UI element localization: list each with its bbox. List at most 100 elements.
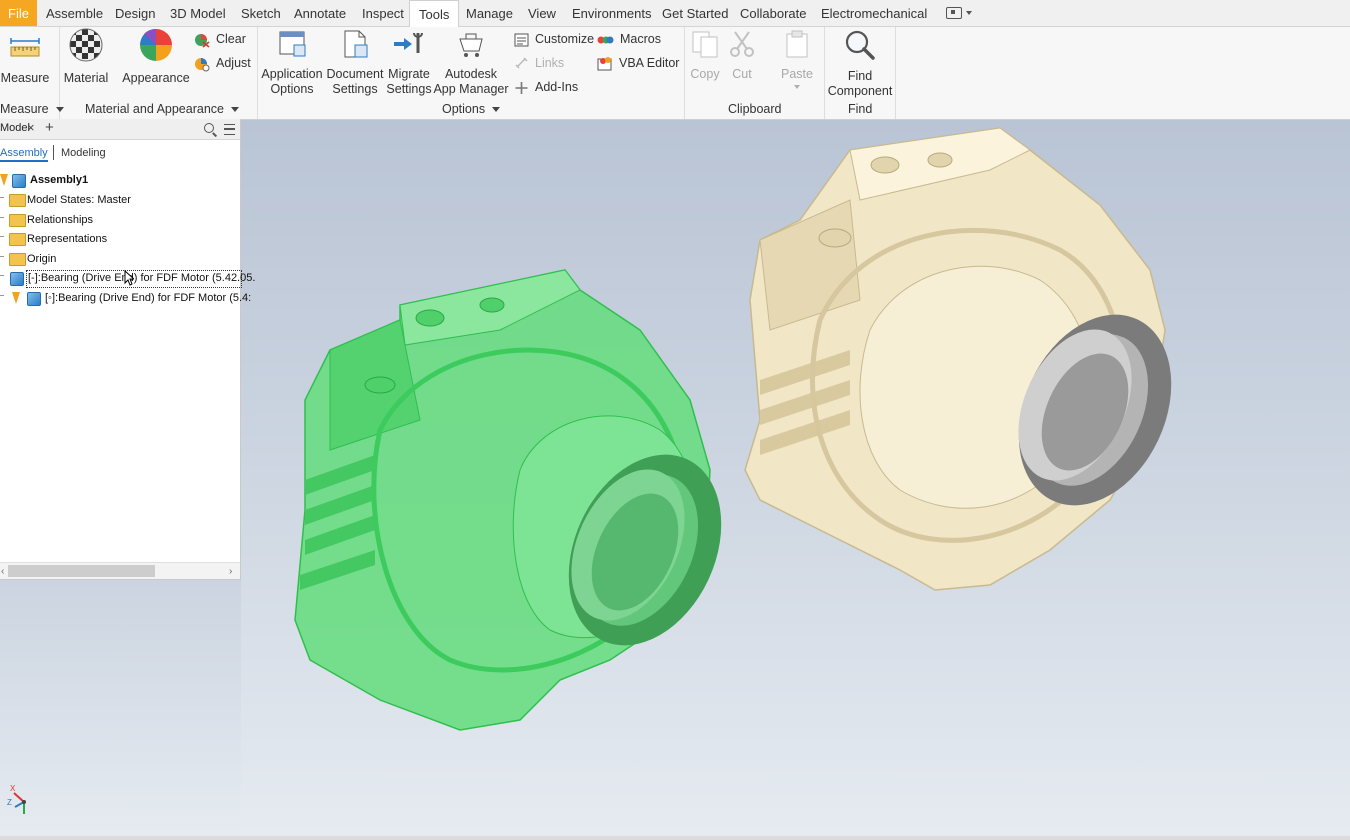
paste-button[interactable]: Paste bbox=[774, 29, 820, 89]
tree-node-representations[interactable]: Representations bbox=[0, 231, 240, 249]
links-label: Links bbox=[535, 56, 565, 70]
clear-appearance-button[interactable]: Clear bbox=[194, 31, 246, 48]
tab-view[interactable]: View bbox=[528, 0, 556, 26]
tab-file[interactable]: File bbox=[0, 0, 37, 26]
tab-assembly[interactable]: Assembly bbox=[0, 147, 48, 162]
chevron-down-icon[interactable] bbox=[794, 85, 800, 89]
scrollbar-thumb[interactable] bbox=[8, 565, 155, 577]
tree-label-bearing-2: [◦]:Bearing (Drive End) for FDF Motor (5… bbox=[45, 292, 252, 304]
tree-label-assembly: Assembly1 bbox=[30, 174, 89, 186]
appearance-button[interactable]: Appearance bbox=[120, 27, 192, 86]
vba-editor-button[interactable]: VBA Editor bbox=[597, 55, 679, 71]
adjust-appearance-button[interactable]: Adjust bbox=[194, 55, 251, 72]
view-triad[interactable]: X Z bbox=[4, 780, 44, 820]
assembly-3d-view[interactable] bbox=[241, 120, 1350, 836]
tree-node-bearing-2[interactable]: [◦]:Bearing (Drive End) for FDF Motor (5… bbox=[0, 290, 251, 308]
tree-expander[interactable] bbox=[0, 256, 4, 257]
folder-icon bbox=[9, 253, 26, 266]
bearing-housing-selected[interactable] bbox=[294, 269, 751, 731]
tree-expander[interactable] bbox=[0, 197, 4, 198]
app-manager-icon bbox=[459, 33, 483, 57]
clear-appearance-icon bbox=[195, 33, 210, 48]
tab-get-started[interactable]: Get Started bbox=[662, 0, 728, 26]
chevron-down-icon bbox=[492, 107, 501, 113]
document-settings-icon bbox=[344, 30, 368, 58]
tab-3d-model[interactable]: 3D Model bbox=[170, 0, 226, 26]
tree-node-relationships[interactable]: Relationships bbox=[0, 212, 240, 230]
close-icon[interactable]: × bbox=[27, 120, 35, 135]
representations-folder-icon bbox=[9, 233, 26, 246]
copy-icon bbox=[692, 31, 718, 58]
tab-inspect[interactable]: Inspect bbox=[362, 0, 404, 26]
chevron-left-icon[interactable]: ‹ bbox=[1, 566, 4, 577]
addins-label: Add-Ins bbox=[535, 80, 579, 94]
document-settings-button[interactable]: Document Settings bbox=[325, 29, 385, 97]
tab-environments[interactable]: Environments bbox=[572, 0, 651, 26]
search-icon[interactable] bbox=[204, 123, 214, 133]
chevron-down-icon bbox=[55, 107, 64, 113]
chevron-right-icon[interactable]: › bbox=[229, 566, 232, 577]
customize-label: Customize bbox=[535, 32, 595, 46]
find-component-button[interactable]: Find Component bbox=[826, 29, 894, 99]
app-manager-button[interactable]: Autodesk App Manager bbox=[433, 29, 509, 97]
copy-button[interactable]: Copy bbox=[686, 29, 724, 82]
assembly-icon bbox=[12, 174, 26, 188]
tree-label-representations: Representations bbox=[27, 233, 108, 245]
tree-label-origin: Origin bbox=[27, 253, 57, 265]
color-wheel-icon bbox=[140, 28, 172, 61]
tab-manage[interactable]: Manage bbox=[466, 0, 513, 26]
tree-expander[interactable] bbox=[0, 217, 4, 218]
macros-button[interactable]: Macros bbox=[597, 31, 661, 47]
tree-expander[interactable] bbox=[0, 236, 4, 237]
folder-icon bbox=[9, 194, 26, 207]
part-icon bbox=[10, 272, 24, 286]
tab-electromechanical[interactable]: Electromechanical bbox=[821, 0, 927, 26]
cut-button[interactable]: Cut bbox=[724, 29, 760, 82]
migrate-label-1: Migrate bbox=[388, 67, 430, 81]
tab-modeling[interactable]: Modeling bbox=[61, 147, 106, 159]
group-measure[interactable]: Measure bbox=[0, 102, 64, 116]
cut-label: Cut bbox=[732, 67, 752, 81]
tree-node-origin[interactable]: Origin bbox=[0, 251, 240, 269]
measure-button[interactable]: Measure bbox=[0, 33, 50, 86]
ribbon-display-icon[interactable] bbox=[946, 7, 962, 19]
bearing-housing-cream[interactable] bbox=[744, 127, 1201, 591]
tree-label-model-states: Model States: Master bbox=[27, 194, 131, 206]
tree-node-bearing-1[interactable]: [-]:Bearing (Drive End) for FDF Motor (5… bbox=[0, 270, 255, 288]
links-button[interactable]: Links bbox=[514, 55, 564, 71]
clipboard-icon bbox=[786, 30, 808, 58]
tab-collaborate[interactable]: Collaborate bbox=[740, 0, 807, 26]
material-checker-icon bbox=[69, 28, 103, 62]
hamburger-menu-icon[interactable] bbox=[224, 124, 235, 135]
material-button[interactable]: Material bbox=[60, 27, 112, 86]
tree-expander[interactable] bbox=[0, 275, 4, 276]
appearance-label: Appearance bbox=[122, 71, 190, 85]
copy-label: Copy bbox=[690, 67, 720, 81]
graphics-viewport[interactable] bbox=[241, 120, 1350, 836]
group-options[interactable]: Options bbox=[442, 102, 501, 116]
add-browser-icon[interactable]: + bbox=[45, 119, 54, 136]
customize-button[interactable]: Customize bbox=[514, 31, 594, 47]
tree-label-bearing-1: [-]:Bearing (Drive End) for FDF Motor (5… bbox=[28, 272, 256, 284]
tab-design[interactable]: Design bbox=[115, 0, 155, 26]
browser-horizontal-scrollbar[interactable]: ‹ › bbox=[0, 562, 240, 579]
find-label-2: Component bbox=[827, 84, 893, 98]
tab-sketch[interactable]: Sketch bbox=[241, 0, 281, 26]
tree-label-relationships: Relationships bbox=[27, 214, 94, 226]
link-icon bbox=[515, 57, 528, 69]
folder-icon bbox=[9, 214, 26, 227]
group-material-appearance[interactable]: Material and Appearance bbox=[85, 102, 239, 116]
tree-node-assembly[interactable]: Assembly1 bbox=[0, 172, 240, 190]
tree-expander[interactable] bbox=[0, 295, 4, 296]
application-options-button[interactable]: Application Options bbox=[259, 29, 325, 97]
tree-node-model-states[interactable]: Model States: Master bbox=[0, 192, 240, 210]
tab-assemble[interactable]: Assemble bbox=[46, 0, 103, 26]
addins-button[interactable]: Add-Ins bbox=[514, 79, 578, 95]
triad-x-label: X bbox=[10, 784, 16, 793]
tab-model[interactable]: Model bbox=[0, 122, 30, 134]
chevron-down-icon[interactable] bbox=[966, 11, 972, 15]
tab-annotate[interactable]: Annotate bbox=[294, 0, 346, 26]
find-label-1: Find bbox=[847, 69, 873, 83]
migrate-settings-button[interactable]: Migrate Settings bbox=[385, 29, 433, 97]
tab-tools[interactable]: Tools bbox=[409, 0, 460, 27]
